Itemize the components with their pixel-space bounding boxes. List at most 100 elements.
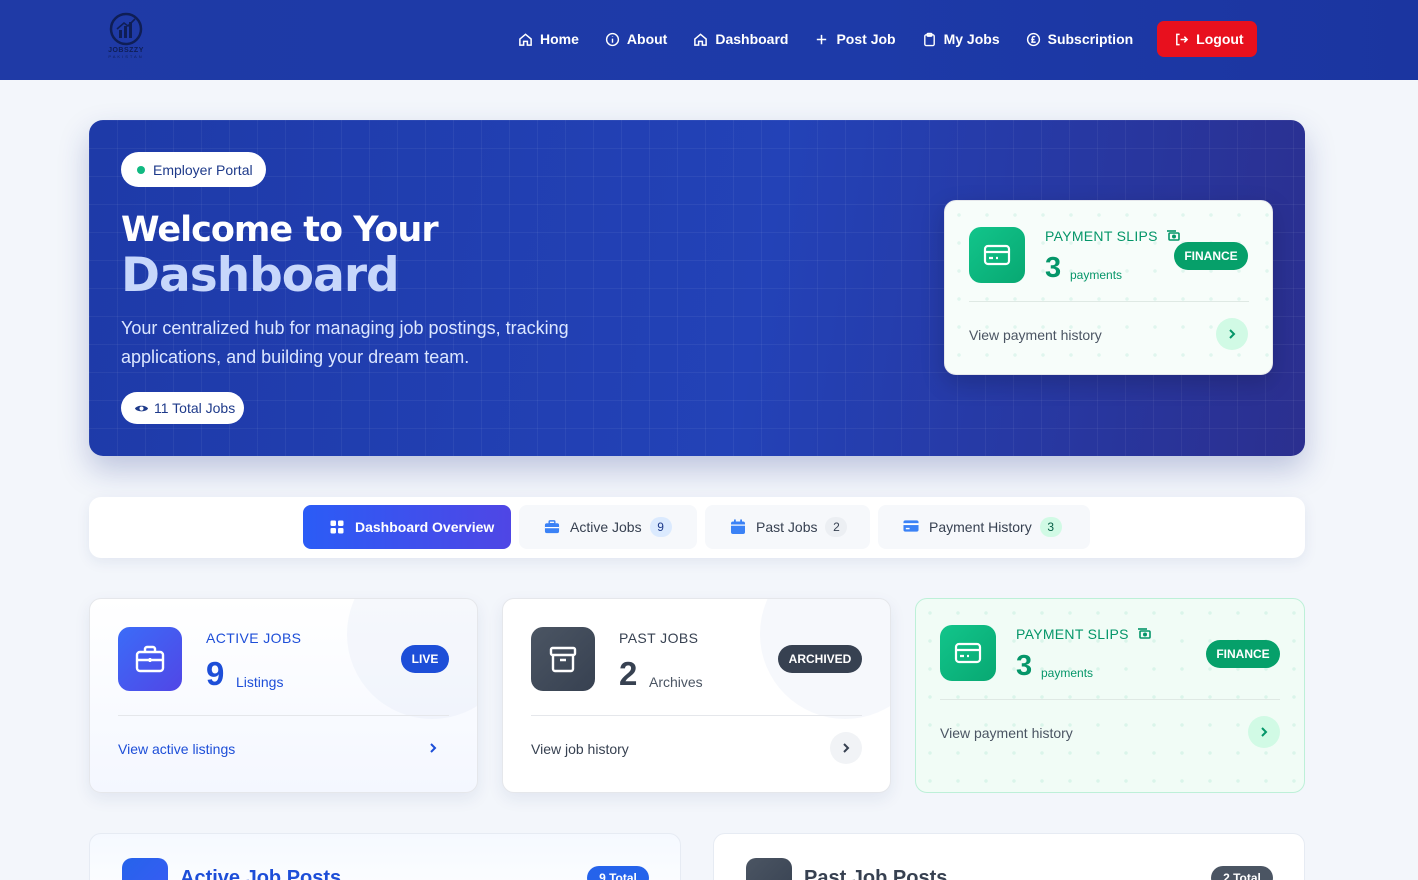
view-payment-history-link[interactable]: View payment history [969, 327, 1102, 343]
nav-about-label: About [626, 31, 668, 47]
money-icon [1137, 627, 1151, 641]
card-divider [118, 715, 449, 716]
calendar-icon [730, 519, 746, 535]
active-job-posts-title: Active Job Posts [180, 867, 342, 880]
nav-dashboard[interactable]: Dashboard [680, 21, 801, 57]
welcome-hero: Employer Portal Welcome to Your Dashboar… [89, 120, 1305, 456]
calendar-icon [746, 858, 792, 880]
credit-card-icon [903, 519, 919, 535]
nav-subscription[interactable]: Subscription [1013, 21, 1147, 57]
nav-dashboard-label: Dashboard [715, 31, 789, 47]
nav-my-jobs[interactable]: My Jobs [909, 21, 1013, 57]
total-badge: 9 Total [587, 866, 649, 880]
hero-title-line2: Dashboard [121, 248, 400, 303]
brand-tagline: PAKISTAN [108, 54, 144, 59]
payment-unit: payments [1070, 268, 1123, 282]
view-job-history-link[interactable]: View job history [531, 741, 629, 757]
hero-title-line1: Welcome to Your [121, 210, 439, 250]
home-icon [693, 32, 708, 47]
chevron-right-icon[interactable] [1248, 716, 1280, 748]
archived-badge: ARCHIVED [778, 645, 862, 673]
past-jobs-label: PAST JOBS [619, 630, 699, 646]
past-jobs-unit: Archives [649, 674, 703, 690]
tab-count-badge: 9 [649, 517, 672, 537]
tab-label: Active Jobs [570, 519, 642, 535]
view-payment-history-link[interactable]: View payment history [940, 725, 1073, 741]
tab-past-jobs[interactable]: Past Jobs 2 [705, 505, 870, 549]
card-divider [531, 715, 862, 716]
grid-icon [329, 519, 345, 535]
archive-icon [531, 627, 595, 691]
active-job-posts-panel: Active Job Posts 9 Total [89, 833, 681, 880]
past-job-posts-title: Past Job Posts [804, 867, 948, 880]
chevron-right-icon[interactable] [830, 732, 862, 764]
brand-name: JOBSZZY [108, 47, 144, 54]
home-icon [518, 32, 533, 47]
nav-home[interactable]: Home [505, 21, 592, 57]
logo-chart-icon [109, 12, 143, 46]
card-divider [969, 301, 1249, 302]
active-jobs-unit: Listings [236, 674, 284, 690]
payment-unit: payments [1041, 666, 1094, 680]
money-icon [1166, 229, 1180, 243]
active-jobs-card[interactable]: ACTIVE JOBS 9 Listings LIVE View active … [89, 598, 478, 793]
nav-home-label: Home [540, 31, 579, 47]
payment-slips-text: PAYMENT SLIPS [1045, 228, 1158, 244]
nav-my-jobs-label: My Jobs [943, 31, 1000, 47]
payment-slips-text: PAYMENT SLIPS [1016, 626, 1129, 642]
top-navbar: JOBSZZY PAKISTAN Home About Dashboard Po… [0, 0, 1418, 80]
tab-count-badge: 2 [825, 517, 848, 537]
main-nav: Home About Dashboard Post Job My Jobs Su… [505, 21, 1258, 57]
tab-count-badge: 3 [1039, 517, 1062, 537]
total-jobs-badge: 11 Total Jobs [121, 392, 244, 424]
tab-label: Past Jobs [756, 519, 818, 535]
status-dot [137, 165, 145, 174]
tab-label: Payment History [929, 519, 1032, 535]
nav-post-job-label: Post Job [836, 31, 896, 47]
finance-badge: FINANCE [1206, 640, 1280, 668]
logout-label: Logout [1196, 31, 1244, 47]
clipboard-icon [922, 32, 937, 47]
tab-dashboard-overview[interactable]: Dashboard Overview [303, 505, 511, 549]
nav-about[interactable]: About [592, 21, 680, 57]
nav-subscription-label: Subscription [1047, 31, 1134, 47]
active-jobs-count: 9 [206, 655, 225, 692]
payment-count: 3 [1045, 252, 1062, 284]
tab-payment-history[interactable]: Payment History 3 [878, 505, 1090, 549]
total-jobs-label: 11 Total Jobs [154, 400, 236, 416]
brand-logo[interactable]: JOBSZZY PAKISTAN [100, 12, 152, 66]
logout-button[interactable]: Logout [1157, 21, 1258, 57]
payment-card-icon [969, 227, 1025, 283]
tab-label: Dashboard Overview [355, 519, 495, 535]
view-active-listings-link[interactable]: View active listings [118, 741, 235, 757]
nav-post-job[interactable]: Post Job [801, 21, 908, 57]
briefcase-icon [118, 627, 182, 691]
chevron-right-icon[interactable] [417, 732, 449, 764]
eye-icon [134, 401, 149, 416]
hero-payment-card[interactable]: PAYMENT SLIPS 3 payments FINANCE View pa… [944, 200, 1273, 375]
payment-slips-label: PAYMENT SLIPS [1045, 228, 1180, 244]
currency-icon [1026, 32, 1041, 47]
plus-icon [814, 32, 829, 47]
info-icon [605, 32, 620, 47]
briefcase-icon [544, 519, 560, 535]
finance-badge: FINANCE [1174, 242, 1248, 270]
past-job-posts-panel: Past Job Posts 2 Total [713, 833, 1305, 880]
dashboard-tabs: Dashboard Overview Active Jobs 9 Past Jo… [89, 497, 1305, 558]
tab-active-jobs[interactable]: Active Jobs 9 [519, 505, 697, 549]
active-jobs-label: ACTIVE JOBS [206, 630, 302, 646]
payment-count: 3 [1016, 650, 1033, 682]
payment-card-icon [940, 625, 996, 681]
payment-slips-card[interactable]: PAYMENT SLIPS 3 payments FINANCE View pa… [915, 598, 1305, 793]
card-divider [940, 699, 1280, 700]
briefcase-icon [122, 858, 168, 880]
past-jobs-card[interactable]: PAST JOBS 2 Archives ARCHIVED View job h… [502, 598, 891, 793]
live-badge: LIVE [401, 645, 449, 673]
employer-portal-badge: Employer Portal [121, 152, 266, 187]
total-badge: 2 Total [1211, 866, 1273, 880]
past-jobs-count: 2 [619, 655, 638, 692]
logout-icon [1174, 32, 1189, 47]
portal-label: Employer Portal [153, 161, 253, 178]
chevron-right-icon[interactable] [1216, 318, 1248, 350]
hero-description: Your centralized hub for managing job po… [121, 318, 569, 367]
